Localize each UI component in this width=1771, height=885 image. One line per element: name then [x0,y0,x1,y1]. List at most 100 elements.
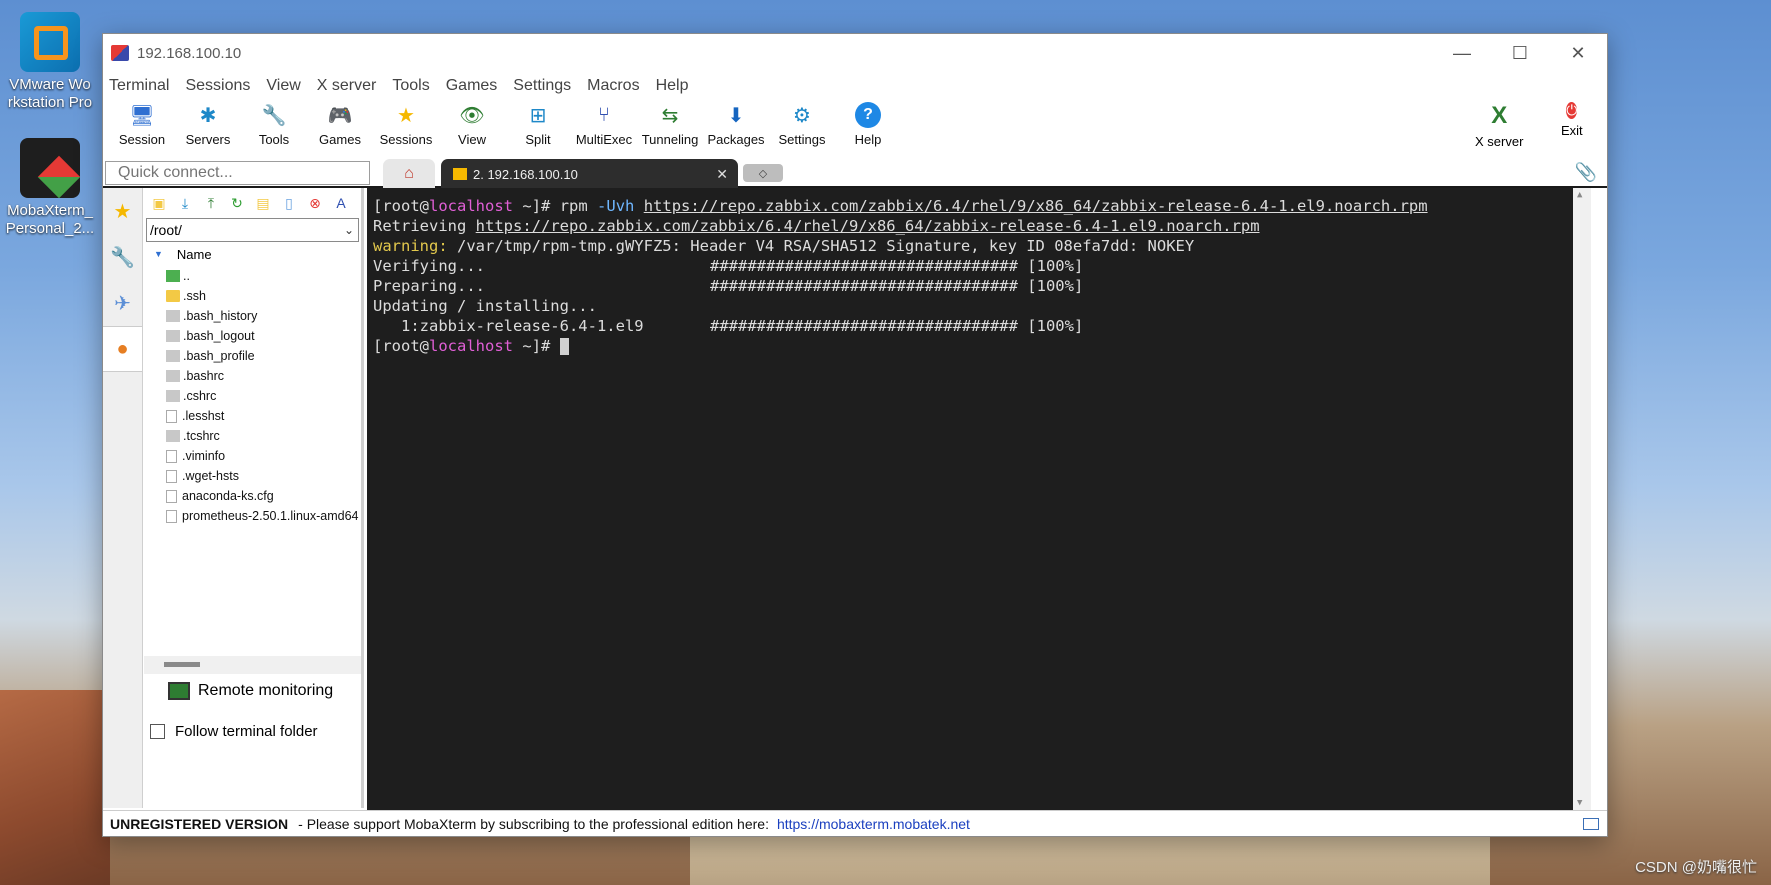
mobatek-link[interactable]: https://mobaxterm.mobatek.net [777,816,970,832]
scroll-down-icon[interactable]: ▼ [1577,798,1582,808]
close-button[interactable]: ✕ [1549,34,1607,72]
new-tab-button[interactable]: ◇ [743,164,783,182]
sidebar-tab-tools[interactable]: 🔧 [103,234,142,280]
file-item[interactable]: .bashrc [144,366,361,386]
network-status-icon[interactable] [1583,817,1599,830]
file-item[interactable]: .bash_logout [144,326,361,346]
games-icon: 🎮 [327,104,353,127]
games-button[interactable]: 🎮 Games [307,100,373,148]
paperclip-icon[interactable]: 📎 [1575,162,1597,183]
tab-session-active[interactable]: 2. 192.168.100.10 ✕ [441,159,738,189]
session-button[interactable]: 🖥 Session [109,100,175,148]
star-icon: ★ [113,200,132,223]
file-item[interactable]: .ssh [144,286,361,306]
packages-button[interactable]: ⬇ Packages [703,100,769,148]
toolbar-label: Games [319,132,361,147]
split-button[interactable]: ⊞ Split [505,100,571,148]
up-folder-icon[interactable]: ▣ [148,192,170,214]
sidebar-tab-sessions[interactable]: ★ [103,188,142,234]
file-icon [166,449,177,463]
sort-arrow-icon: ▼ [154,249,163,259]
menu-settings[interactable]: Settings [513,77,571,95]
menu-terminal[interactable]: Terminal [109,77,169,95]
sessions-button[interactable]: ★ Sessions [373,100,439,148]
exit-button[interactable]: ⏻ Exit [1561,100,1583,138]
tab-row: ⌂ 2. 192.168.100.10 ✕ ◇ 📎 [103,156,1607,189]
menu-help[interactable]: Help [656,77,689,95]
rename-icon[interactable]: A [330,192,352,214]
new-file-icon[interactable]: ▯ [278,192,300,214]
file-item[interactable]: .. [144,266,361,286]
mobaxterm-window: 192.168.100.10 — ☐ ✕ Terminal Sessions V… [102,33,1608,837]
view-button[interactable]: 👁 View [439,100,505,148]
hidden-file-icon [166,430,180,442]
desktop-icon-label: rkstation Pro [7,94,93,111]
follow-terminal-checkbox[interactable]: Follow terminal folder [150,723,318,740]
scroll-up-icon[interactable]: ▲ [1577,190,1582,200]
warning-text: /var/tmp/rpm-tmp.gWYFZ5: Header V4 RSA/S… [447,237,1195,255]
upload-icon[interactable]: ⤒ [200,192,222,214]
remote-monitoring-button[interactable]: Remote monitoring [168,682,333,700]
warning-label: warning: [373,237,448,255]
command-flag: -Uvh [597,197,635,215]
download-icon[interactable]: ⤓ [174,192,196,214]
file-item[interactable]: .viminfo [144,446,361,466]
x-server-icon: X [1491,102,1508,129]
file-item[interactable]: .cshrc [144,386,361,406]
toolbar-label: View [458,132,486,147]
new-folder-icon[interactable]: ▤ [252,192,274,214]
tools-button[interactable]: 🔧 Tools [241,100,307,148]
file-item[interactable]: .lesshst [144,406,361,426]
toolbar-label: Tunneling [641,132,699,147]
sidebar-tab-macros[interactable]: ✈ [103,280,142,326]
sidebar-tab-sftp[interactable]: ● [103,326,142,372]
tools-icon: 🔧 [261,104,287,127]
file-item[interactable]: prometheus-2.50.1.linux-amd64 [144,506,361,526]
close-tab-icon[interactable]: ✕ [716,166,728,183]
checkbox[interactable] [150,724,165,739]
scrollbar-thumb[interactable] [164,662,200,667]
tab-home[interactable]: ⌂ [383,159,435,189]
menu-view[interactable]: View [266,77,300,95]
path-value: /root/ [150,222,182,238]
quick-connect-input[interactable] [105,161,370,185]
minimize-button[interactable]: — [1433,34,1491,72]
file-item[interactable]: .wget-hsts [144,466,361,486]
maximize-button[interactable]: ☐ [1491,34,1549,72]
menu-sessions[interactable]: Sessions [185,77,250,95]
remote-monitoring-label: Remote monitoring [198,682,334,699]
delete-icon[interactable]: ⊗ [304,192,326,214]
file-item[interactable]: .bash_profile [144,346,361,366]
help-button[interactable]: ? Help [835,100,901,147]
support-message: - Please support MobaXterm by subscribin… [298,815,769,832]
path-select[interactable]: /root/ ⌄ [146,218,359,242]
tunneling-button[interactable]: ⇆ Tunneling [637,100,703,148]
menu-x-server[interactable]: X server [317,77,377,95]
packages-icon: ⬇ [727,104,745,127]
terminal-scrollbar[interactable]: ▲ ▼ [1573,188,1591,810]
desktop-icon-mobaxterm[interactable]: MobaXterm_ Personal_2... [0,138,100,238]
file-item[interactable]: .tcshrc [144,426,361,446]
file-item[interactable]: .bash_history [144,306,361,326]
file-item[interactable]: anaconda-ks.cfg [144,486,361,506]
desktop-icon-vmware[interactable]: VMware Wo rkstation Pro [0,12,100,112]
command-url[interactable]: https://repo.zabbix.com/zabbix/6.4/rhel/… [644,197,1428,215]
file-toolbar: ▣ ⤓ ⤒ ↻ ▤ ▯ ⊗ A [144,188,361,218]
column-header-name[interactable]: ▼ Name [144,242,361,266]
servers-button[interactable]: ✱ Servers [175,100,241,148]
toolbar-label: Packages [707,132,765,147]
retrieving-url[interactable]: https://repo.zabbix.com/zabbix/6.4/rhel/… [476,217,1260,235]
horizontal-scrollbar[interactable] [144,656,361,674]
menu-tools[interactable]: Tools [392,77,429,95]
title-bar[interactable]: 192.168.100.10 — ☐ ✕ [103,34,1607,72]
menu-games[interactable]: Games [446,77,498,95]
multiexec-button[interactable]: ⑂ MultiExec [571,100,637,148]
file-list: .. .ssh .bash_history .bash_logout .bash… [144,266,361,526]
menu-macros[interactable]: Macros [587,77,639,95]
desktop-wallpaper-cliff [0,690,110,885]
toolbar: 🖥 Session ✱ Servers 🔧 Tools 🎮 Games ★ Se… [103,100,1607,156]
terminal-area[interactable]: [root@localhost ~]# rpm -Uvh https://rep… [367,188,1591,810]
refresh-icon[interactable]: ↻ [226,192,248,214]
settings-button[interactable]: ⚙ Settings [769,100,835,148]
x-server-button[interactable]: X X server [1475,100,1523,149]
